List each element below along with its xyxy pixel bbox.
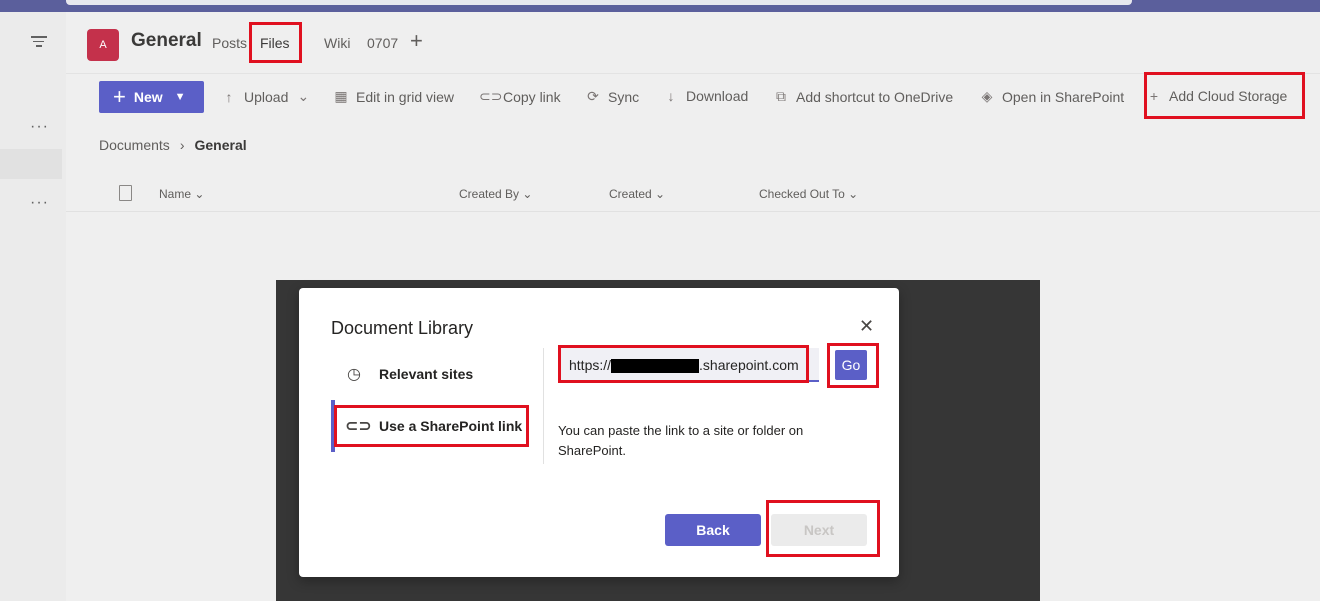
sharepoint-icon: ◈ (981, 88, 993, 104)
file-type-icon (119, 185, 132, 201)
next-button[interactable]: Next (771, 514, 867, 546)
copy-link-button[interactable]: ⊂⊃ Copy link (479, 88, 561, 105)
open-sharepoint-label: Open in SharePoint (1002, 88, 1125, 105)
more-options-icon[interactable]: ··· (30, 194, 49, 212)
add-tab-button[interactable]: + (410, 28, 423, 54)
go-button[interactable]: Go (835, 350, 867, 380)
chevron-right-icon: › (179, 137, 185, 153)
plus-icon: + (1149, 88, 1159, 104)
add-cloud-storage-button[interactable]: + Add Cloud Storage (1145, 88, 1287, 104)
plus-icon: + (113, 84, 126, 109)
column-headers: Name ⌄ Created By ⌄ Created ⌄ Checked Ou… (66, 174, 1320, 212)
rail-selected-item[interactable] (0, 149, 62, 179)
column-created-by[interactable]: Created By ⌄ (459, 187, 532, 201)
add-shortcut-button[interactable]: ⧉ Add shortcut to OneDrive (772, 88, 953, 105)
copy-link-label: Copy link (503, 88, 561, 105)
clock-icon: ◷ (347, 366, 361, 383)
link-icon: ⊂⊃ (479, 88, 503, 104)
tab-files[interactable]: Files (260, 35, 290, 51)
grid-icon: ▦ (334, 88, 348, 104)
nav-relevant-sites[interactable]: ◷ Relevant sites (331, 348, 544, 400)
app-top-bar (0, 0, 1320, 12)
nav-relevant-sites-label: Relevant sites (379, 366, 474, 382)
dialog-title: Document Library (331, 318, 474, 338)
column-name[interactable]: Name ⌄ (159, 187, 204, 201)
add-cloud-storage-label: Add Cloud Storage (1169, 88, 1288, 104)
team-avatar: A (87, 29, 119, 61)
breadcrumb-current: General (194, 137, 247, 153)
download-icon: ↓ (667, 88, 675, 104)
upload-button[interactable]: ↑ Upload ⌄ (220, 88, 312, 105)
sharepoint-url-input[interactable]: https:// .sharepoint.com (561, 348, 819, 382)
upload-icon: ↑ (225, 88, 233, 105)
url-suffix: .sharepoint.com (699, 357, 799, 373)
hamburger-icon[interactable] (31, 36, 47, 48)
back-button[interactable]: Back (665, 514, 761, 546)
sync-label: Sync (608, 88, 640, 105)
dialog-nav: ◷ Relevant sites ⊂⊃ Use a SharePoint lin… (331, 348, 544, 464)
chevron-down-icon: ⌄ (297, 88, 310, 104)
sync-icon: ⟳ (587, 88, 599, 104)
column-created[interactable]: Created ⌄ (609, 187, 665, 201)
link-icon: ⊂⊃ (345, 418, 372, 435)
files-toolbar: + New ▼ ↑ Upload ⌄ ▦ Edit in grid view ⊂… (66, 73, 1320, 119)
channel-title: General (131, 30, 202, 51)
tab-wiki[interactable]: Wiki (324, 35, 350, 51)
new-button-label: New (133, 89, 163, 105)
add-shortcut-label: Add shortcut to OneDrive (796, 88, 954, 105)
edit-grid-button[interactable]: ▦ Edit in grid view (332, 88, 454, 105)
left-rail: ··· ··· (0, 12, 66, 601)
open-sharepoint-button[interactable]: ◈ Open in SharePoint (978, 88, 1125, 105)
tab-posts[interactable]: Posts (212, 35, 247, 51)
nav-use-sharepoint-link[interactable]: ⊂⊃ Use a SharePoint link (331, 400, 544, 452)
close-icon[interactable]: ✕ (859, 316, 874, 337)
document-library-dialog: Document Library ✕ ◷ Relevant sites ⊂⊃ U… (299, 288, 899, 577)
hint-text: You can paste the link to a site or fold… (558, 423, 804, 458)
tab-0707[interactable]: 0707 (367, 35, 398, 51)
redacted-block (611, 359, 700, 374)
upload-label: Upload (244, 88, 289, 105)
shortcut-icon: ⧉ (776, 88, 786, 104)
chevron-down-icon: ▼ (174, 91, 186, 103)
download-label: Download (686, 88, 749, 104)
download-button[interactable]: ↓ Download (662, 88, 749, 104)
search-bar[interactable] (66, 0, 1132, 5)
url-prefix: https:// (569, 357, 612, 373)
breadcrumb-documents[interactable]: Documents (99, 137, 170, 153)
edit-grid-label: Edit in grid view (356, 88, 455, 105)
more-options-icon[interactable]: ··· (30, 118, 49, 136)
breadcrumb: Documents › General (99, 137, 247, 153)
new-button[interactable]: + New ▼ (99, 81, 204, 113)
sync-button[interactable]: ⟳ Sync (584, 88, 639, 105)
channel-header: A General Posts Files Wiki 0707 + (66, 12, 1320, 73)
nav-use-sharepoint-link-label: Use a SharePoint link (379, 418, 523, 434)
column-checked-out-to[interactable]: Checked Out To ⌄ (759, 187, 858, 201)
